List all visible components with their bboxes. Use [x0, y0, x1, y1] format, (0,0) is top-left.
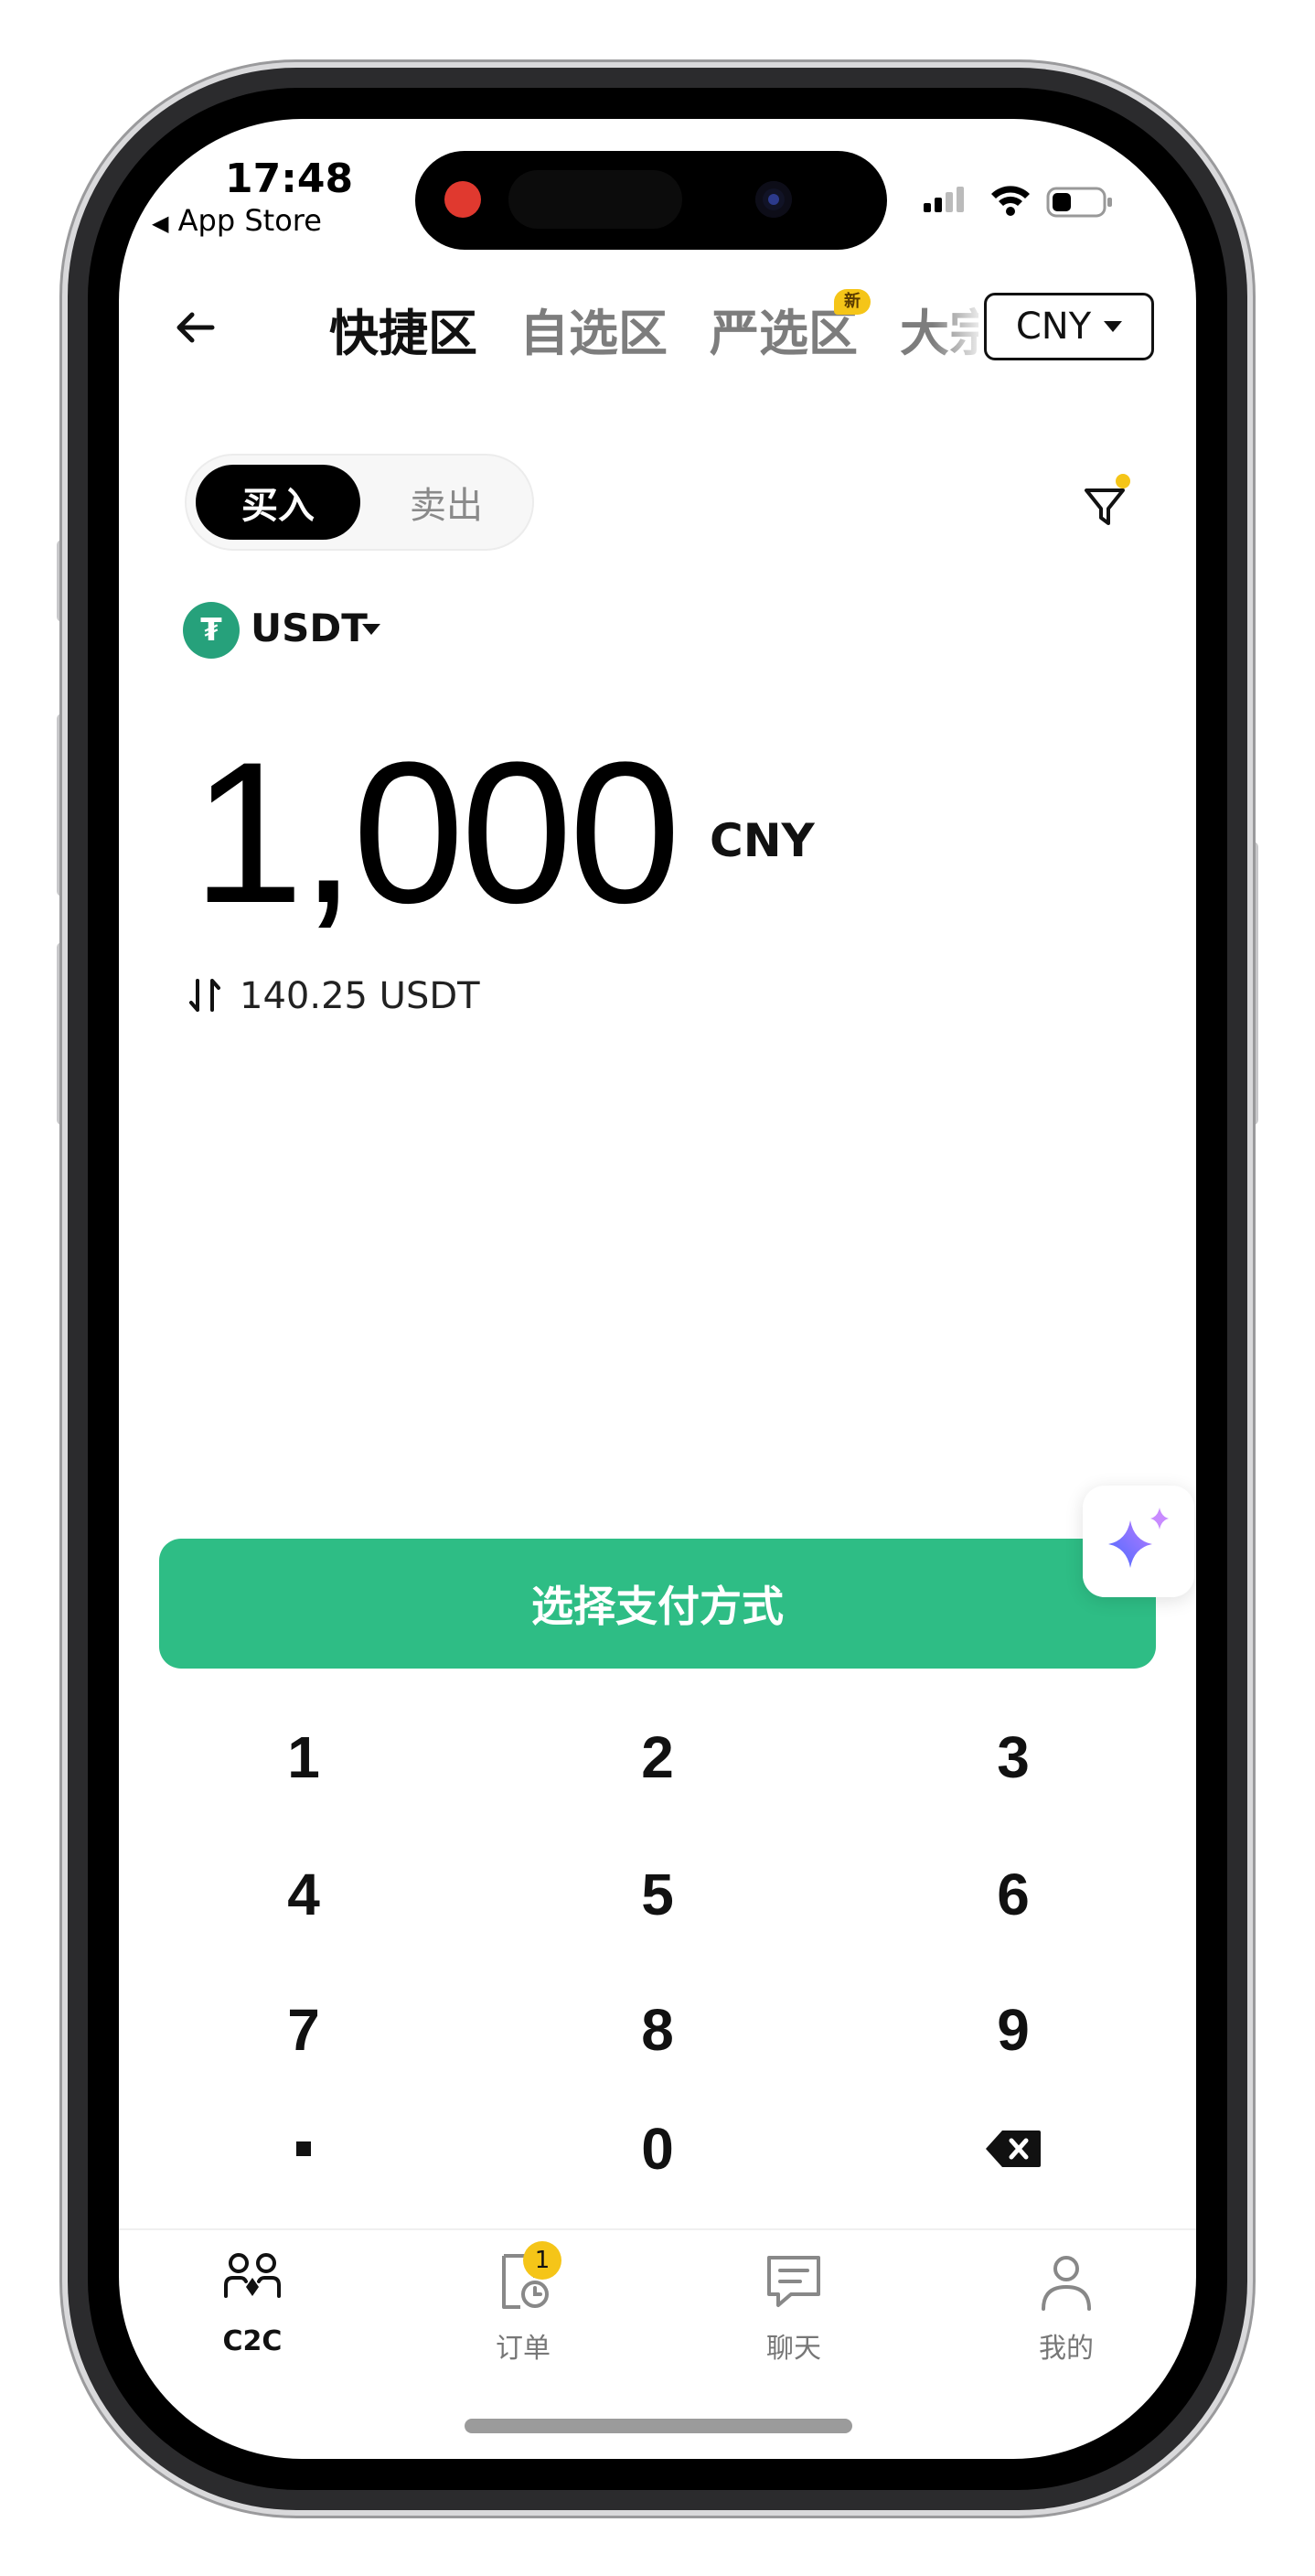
status-time: 17:48 — [225, 156, 354, 202]
coin-name[interactable]: USDT — [251, 606, 368, 650]
front-camera-icon — [755, 181, 792, 218]
nav-chat[interactable]: 聊天 — [702, 2250, 885, 2378]
key-0[interactable]: 0 — [539, 2098, 776, 2199]
currency-label: CNY — [1015, 306, 1092, 348]
wifi-icon — [991, 186, 1030, 216]
back-app-label: App Store — [177, 203, 322, 238]
buy-tab[interactable]: 买入 — [196, 465, 360, 540]
nav-orders-label: 订单 — [496, 2333, 551, 2365]
bottom-nav-divider — [119, 2228, 1196, 2230]
nav-c2c-label: C2C — [222, 2325, 283, 2357]
backspace-icon — [986, 2131, 1041, 2167]
signal-icon — [924, 187, 964, 212]
key-6[interactable]: 6 — [894, 1844, 1132, 1945]
nav-profile[interactable]: 我的 — [975, 2250, 1158, 2378]
filter-icon[interactable] — [1081, 472, 1136, 532]
home-indicator[interactable] — [465, 2419, 852, 2433]
orders-count-badge: 1 — [523, 2241, 561, 2280]
tabs-fade — [933, 293, 988, 366]
key-1[interactable]: 1 — [185, 1707, 422, 1808]
nav-c2c[interactable]: C2C — [161, 2250, 344, 2378]
tab-favorites[interactable]: 自选区 — [519, 293, 668, 365]
usdt-coin-icon[interactable]: ₮ — [183, 602, 240, 659]
sell-tab[interactable]: 卖出 — [369, 465, 523, 540]
amount-value: 1,000 — [192, 720, 681, 945]
key-7[interactable]: 7 — [185, 1980, 422, 2080]
key-4[interactable]: 4 — [185, 1844, 422, 1945]
select-payment-button[interactable]: 选择支付方式 — [159, 1539, 1156, 1669]
coin-caret-down-icon[interactable] — [362, 624, 380, 635]
decimal-point-icon — [296, 2141, 311, 2156]
key-decimal[interactable] — [185, 2098, 422, 2199]
key-9[interactable]: 9 — [894, 1980, 1132, 2080]
island-sensor — [508, 170, 682, 229]
key-3[interactable]: 3 — [894, 1707, 1132, 1808]
nav-profile-label: 我的 — [1039, 2333, 1094, 2365]
key-5[interactable]: 5 — [539, 1844, 776, 1945]
ai-assistant-button[interactable] — [1083, 1486, 1194, 1597]
back-triangle-icon: ◀ — [152, 210, 169, 236]
back-to-app-link[interactable]: ◀ App Store — [152, 203, 322, 238]
recording-indicator-icon — [444, 181, 481, 218]
new-badge: 新 — [834, 289, 871, 315]
nav-orders[interactable]: 订单 — [432, 2250, 615, 2378]
tab-quick[interactable]: 快捷区 — [329, 293, 477, 365]
profile-icon — [1042, 2256, 1091, 2311]
amount-currency: CNY — [710, 814, 815, 867]
converted-amount: 140.25 USDT — [240, 975, 480, 1017]
currency-select[interactable]: CNY — [984, 293, 1154, 360]
back-arrow-icon[interactable] — [170, 302, 221, 353]
c2c-users-icon — [224, 2253, 281, 2298]
caret-down-icon — [1104, 321, 1123, 332]
chat-icon — [767, 2256, 820, 2307]
market-tabs: 快捷区自选区严选区大宗区 — [329, 293, 978, 366]
key-8[interactable]: 8 — [539, 1980, 776, 2080]
battery-icon — [1046, 187, 1112, 218]
swap-icon[interactable] — [188, 975, 221, 1015]
nav-chat-label: 聊天 — [766, 2333, 821, 2365]
key-backspace[interactable] — [894, 2098, 1132, 2199]
key-2[interactable]: 2 — [539, 1707, 776, 1808]
status-icons — [924, 186, 1112, 218]
power-button — [1246, 842, 1258, 1125]
